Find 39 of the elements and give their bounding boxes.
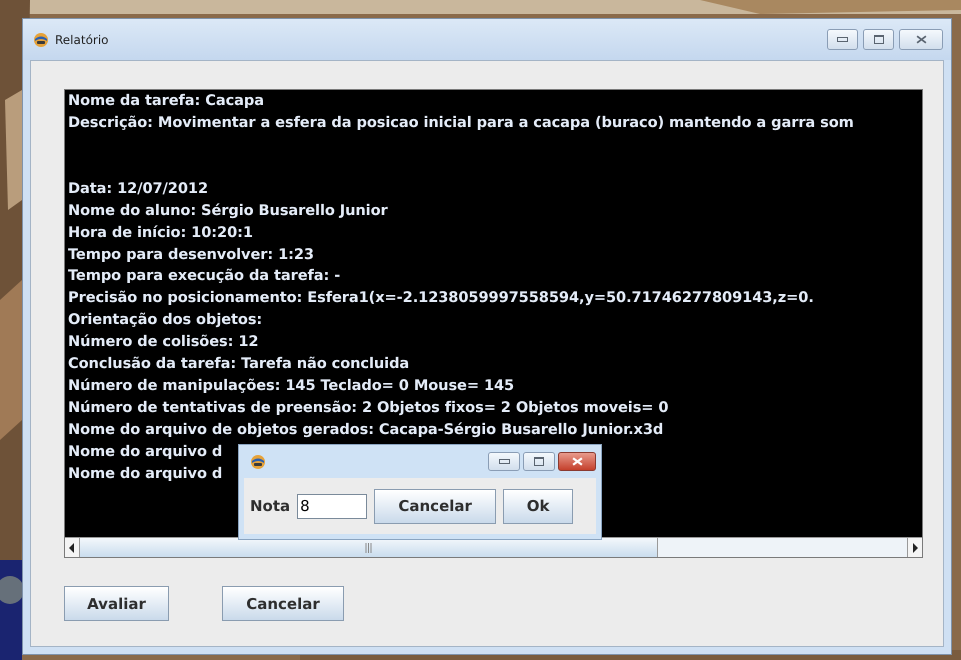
scroll-left-button[interactable] [65, 538, 80, 557]
minimize-button[interactable] [827, 29, 858, 50]
report-line: Nome do arquivo d [68, 442, 222, 462]
report-line: Nome do arquivo de objetos gerados: Cacapa-Sérgio Busarello Junior.x3d [68, 420, 664, 440]
report-line: Número de tentativas de preensão: 2 Objetos fixos= 2 Objetos moveis= 0 [68, 398, 668, 418]
evaluate-button[interactable]: Avaliar [64, 586, 169, 621]
cancel-button[interactable]: Cancelar [222, 586, 344, 621]
maximize-button[interactable] [523, 452, 555, 471]
right-triangle-icon [912, 542, 918, 552]
left-triangle-icon [69, 542, 75, 552]
report-line: Número de colisões: 12 [68, 332, 258, 352]
report-line: Tempo para desenvolver: 1:23 [68, 244, 314, 265]
close-button[interactable] [558, 452, 596, 471]
grade-input-field[interactable]: 8 [297, 494, 368, 518]
report-line: Hora de início: 10:20:1 [68, 222, 253, 243]
cancel-button[interactable]: Cancelar [374, 488, 496, 524]
scrollbar-thumb[interactable] [80, 538, 658, 557]
window-title: Relatório [55, 32, 110, 46]
minimize-button[interactable] [488, 452, 520, 471]
maximize-button[interactable] [863, 29, 894, 50]
report-line: Nome do arquivo d [68, 464, 222, 484]
app-icon [33, 32, 49, 48]
report-line: Nome do aluno: Sérgio Busarello Junior [68, 200, 388, 221]
close-icon [572, 457, 582, 466]
report-line: Orientação dos objetos: [68, 310, 262, 330]
close-button[interactable] [899, 29, 943, 50]
report-line: Tempo para execução da tarefa: - [68, 266, 340, 286]
report-line: Precisão no posicionamento: Esfera1(x=-2.1238059997558594,y=50.71746277809143,z=0. [68, 288, 814, 308]
report-line: Nome da tarefa: Cacapa [68, 91, 264, 111]
close-icon [916, 35, 926, 44]
report-line: Descrição: Movimentar a esfera da posicao inicial para a cacapa (buraco) mantendo a garra som [68, 112, 854, 133]
scroll-right-button[interactable] [907, 538, 922, 557]
horizontal-scrollbar[interactable] [65, 537, 922, 557]
report-line: Número de manipulações: 145 Teclado= 0 Mouse= 145 [68, 376, 514, 396]
ok-button[interactable]: Ok [503, 488, 574, 524]
app-icon [250, 454, 266, 470]
report-line: Conclusão da tarefa: Tarefa não concluida [68, 354, 410, 374]
field-label: Nota [250, 497, 290, 515]
report-line: Data: 12/07/2012 [68, 178, 208, 199]
